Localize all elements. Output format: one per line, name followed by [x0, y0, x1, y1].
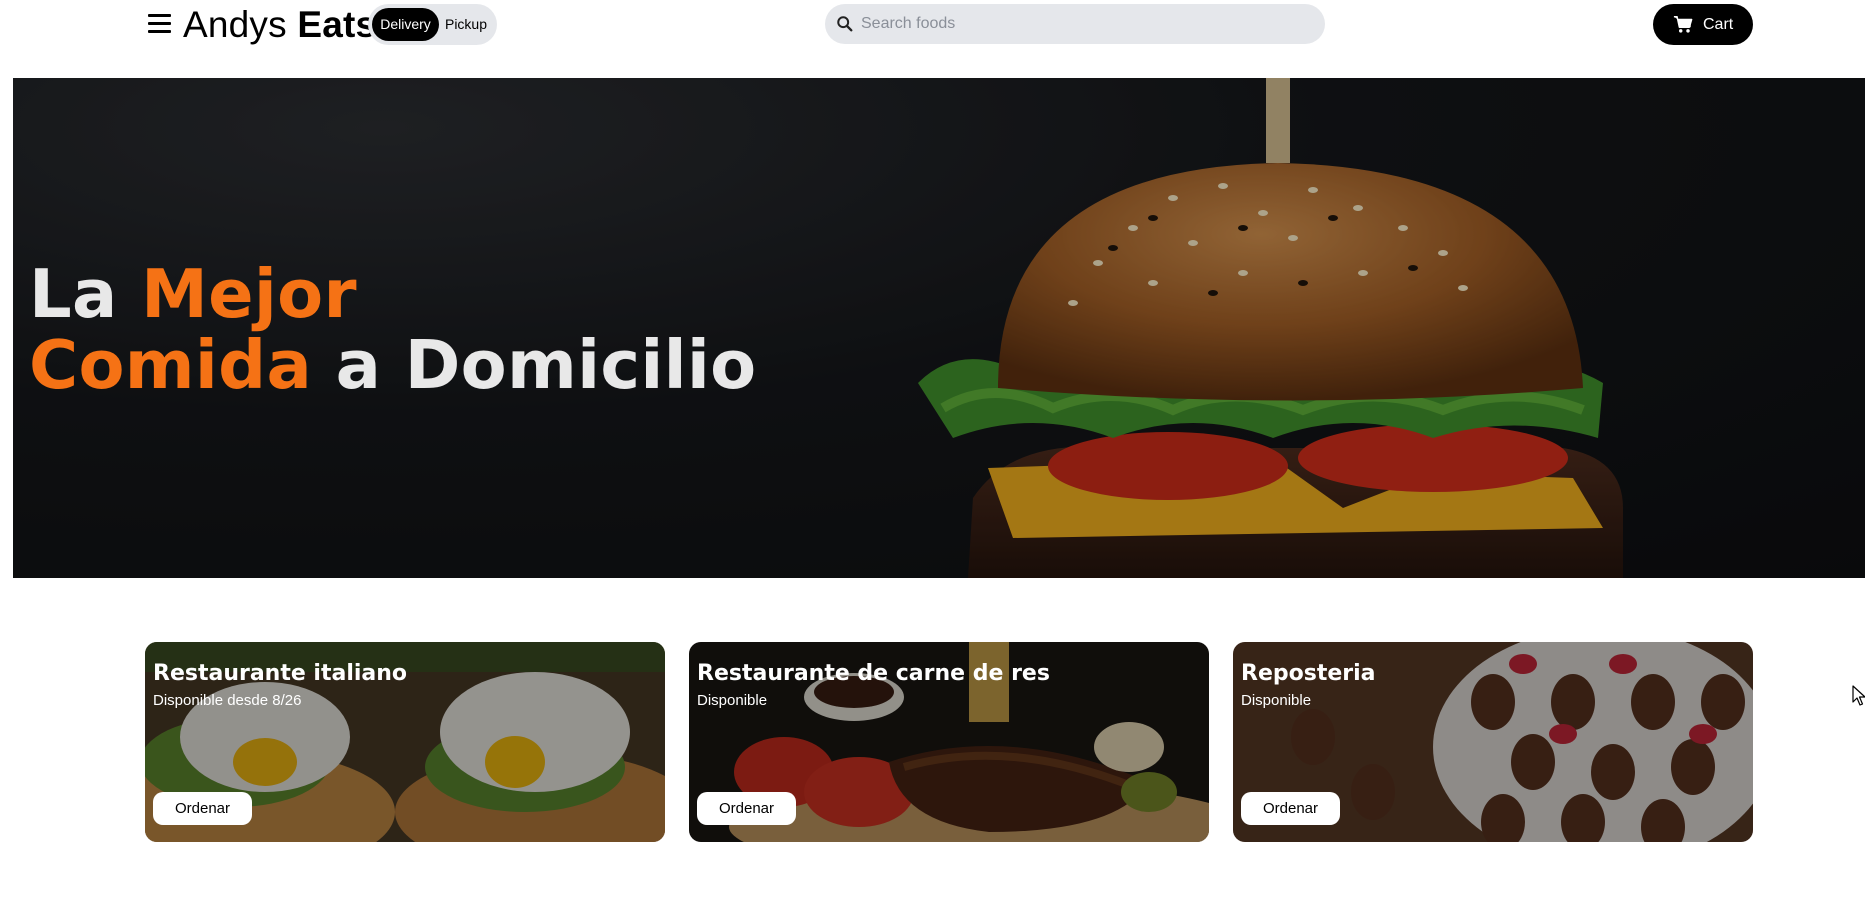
- hero-title-comida: Comida: [29, 326, 312, 404]
- hero-banner: La Mejor Comida a Domicilio: [13, 78, 1865, 578]
- hero-title: La Mejor Comida a Domicilio: [29, 259, 757, 401]
- shopping-cart-icon: [1673, 16, 1693, 33]
- search-input[interactable]: [859, 4, 1314, 44]
- restaurant-card-carne[interactable]: Restaurante de carne de res Disponible O…: [689, 642, 1209, 842]
- top-navbar: Andys Eats Delivery Pickup Cart: [0, 0, 1865, 50]
- brand-name-bold: Eats: [297, 4, 377, 45]
- card-status: Disponible: [1241, 692, 1312, 709]
- restaurant-card-reposteria[interactable]: Reposteria Disponible Ordenar: [1233, 642, 1753, 842]
- delivery-option[interactable]: Delivery: [372, 8, 439, 41]
- hero-title-la: La: [29, 255, 118, 333]
- card-title: Restaurante italiano: [153, 661, 408, 686]
- card-status: Disponible: [697, 692, 768, 709]
- hero-title-mejor: Mejor: [141, 255, 357, 333]
- delivery-pickup-toggle: Delivery Pickup: [368, 4, 497, 45]
- brand-logo[interactable]: Andys Eats: [183, 3, 376, 47]
- cart-button[interactable]: Cart: [1653, 4, 1753, 45]
- pickup-option[interactable]: Pickup: [439, 8, 493, 41]
- hero-title-domicilio: a Domicilio: [335, 326, 757, 404]
- restaurant-card-italiano[interactable]: Restaurante italiano Disponible desde 8/…: [145, 642, 665, 842]
- search-icon: [837, 16, 853, 32]
- order-button[interactable]: Ordenar: [153, 792, 252, 825]
- search-bar: [825, 4, 1325, 44]
- mouse-pointer-icon: [1852, 685, 1865, 706]
- brand-name-light: Andys: [183, 4, 287, 45]
- order-button[interactable]: Ordenar: [697, 792, 796, 825]
- order-button[interactable]: Ordenar: [1241, 792, 1340, 825]
- card-status: Disponible desde 8/26: [153, 692, 302, 709]
- card-title: Reposteria: [1241, 661, 1376, 686]
- cart-label: Cart: [1703, 16, 1734, 33]
- hamburger-menu-icon[interactable]: [144, 9, 174, 39]
- card-title: Restaurante de carne de res: [697, 661, 1050, 686]
